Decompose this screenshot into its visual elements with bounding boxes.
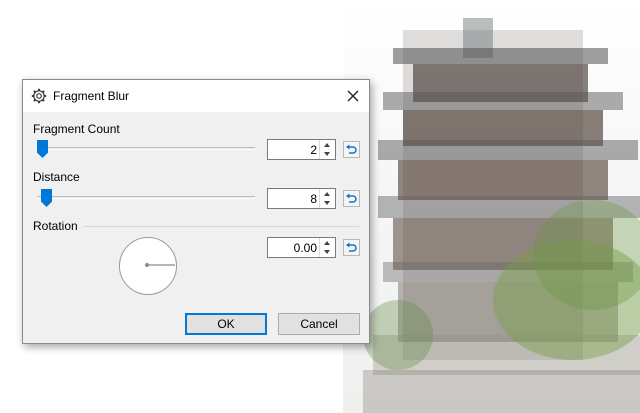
background-photo (343, 0, 640, 413)
distance-value[interactable]: 8 (310, 192, 317, 206)
gear-icon (31, 88, 47, 104)
reset-icon (346, 193, 357, 203)
distance-slider-track[interactable] (37, 196, 255, 199)
reset-icon (346, 242, 357, 252)
title-bar[interactable]: Fragment Blur (23, 80, 369, 112)
distance-decrement[interactable] (320, 199, 335, 208)
fragment-count-reset-button[interactable] (343, 141, 360, 158)
rotation-dial-indicator (145, 263, 175, 267)
distance-spinbox[interactable]: 8 (267, 188, 336, 209)
cancel-button[interactable]: Cancel (278, 313, 360, 335)
rotation-spin-buttons (319, 238, 335, 257)
rotation-reset-button[interactable] (343, 239, 360, 256)
rotation-decrement[interactable] (320, 248, 335, 257)
fragment-count-spin-buttons (319, 140, 335, 159)
fragment-count-label: Fragment Count (33, 122, 120, 136)
reset-icon (346, 144, 357, 154)
fragment-blur-dialog: Fragment Blur Fragment Count 2 Distance … (22, 79, 370, 344)
distance-spin-buttons (319, 189, 335, 208)
fragment-count-slider-thumb[interactable] (37, 140, 48, 158)
rotation-label: Rotation (33, 219, 78, 233)
rotation-value[interactable]: 0.00 (294, 241, 317, 255)
dialog-title: Fragment Blur (53, 89, 130, 103)
distance-increment[interactable] (320, 189, 335, 198)
ok-button[interactable]: OK (185, 313, 267, 335)
rotation-separator (83, 226, 359, 227)
fragment-count-slider-track[interactable] (37, 147, 255, 150)
distance-label: Distance (33, 170, 80, 184)
fragment-count-increment[interactable] (320, 140, 335, 149)
close-icon[interactable] (345, 88, 361, 104)
rotation-spinbox[interactable]: 0.00 (267, 237, 336, 258)
fragment-count-spinbox[interactable]: 2 (267, 139, 336, 160)
rotation-increment[interactable] (320, 238, 335, 247)
fragment-count-decrement[interactable] (320, 150, 335, 159)
distance-slider-thumb[interactable] (41, 189, 52, 207)
distance-reset-button[interactable] (343, 190, 360, 207)
fragment-count-value[interactable]: 2 (310, 143, 317, 157)
rotation-dial[interactable] (119, 237, 177, 295)
